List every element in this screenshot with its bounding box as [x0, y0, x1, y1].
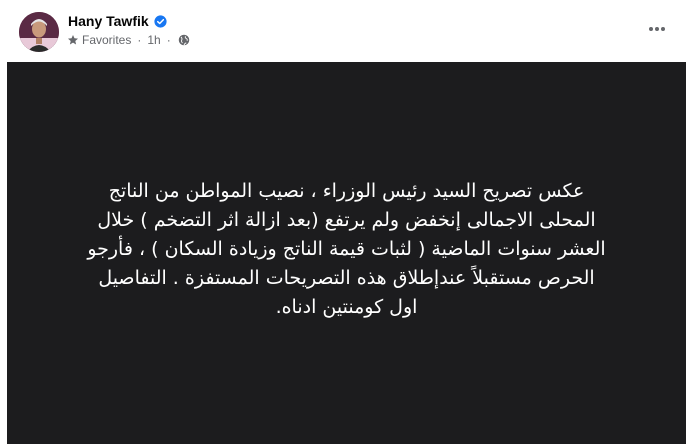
author-avatar[interactable]: [19, 12, 59, 52]
post-meta: Favorites · 1h ·: [67, 32, 190, 48]
audience-label[interactable]: Favorites: [82, 32, 131, 48]
post-content-card[interactable]: عكس تصريح السيد رئيس الوزراء ، نصيب المو…: [7, 62, 686, 444]
meta-separator: ·: [137, 33, 142, 47]
author-name-row: Hany Tawfik: [68, 12, 167, 30]
post-text: عكس تصريح السيد رئيس الوزراء ، نصيب المو…: [87, 180, 606, 318]
verified-badge-icon: [154, 14, 167, 28]
post-time[interactable]: 1h: [147, 32, 160, 48]
star-icon: [67, 34, 79, 46]
more-horizontal-icon: [649, 27, 665, 31]
globe-icon[interactable]: [178, 34, 190, 46]
meta-separator-2: ·: [166, 33, 171, 47]
facebook-post: Hany Tawfik Favorites · 1h · عكس تصريح ا…: [0, 0, 686, 444]
more-options-button[interactable]: [642, 16, 672, 42]
post-header: Hany Tawfik Favorites · 1h ·: [0, 0, 686, 62]
author-name[interactable]: Hany Tawfik: [68, 12, 149, 30]
